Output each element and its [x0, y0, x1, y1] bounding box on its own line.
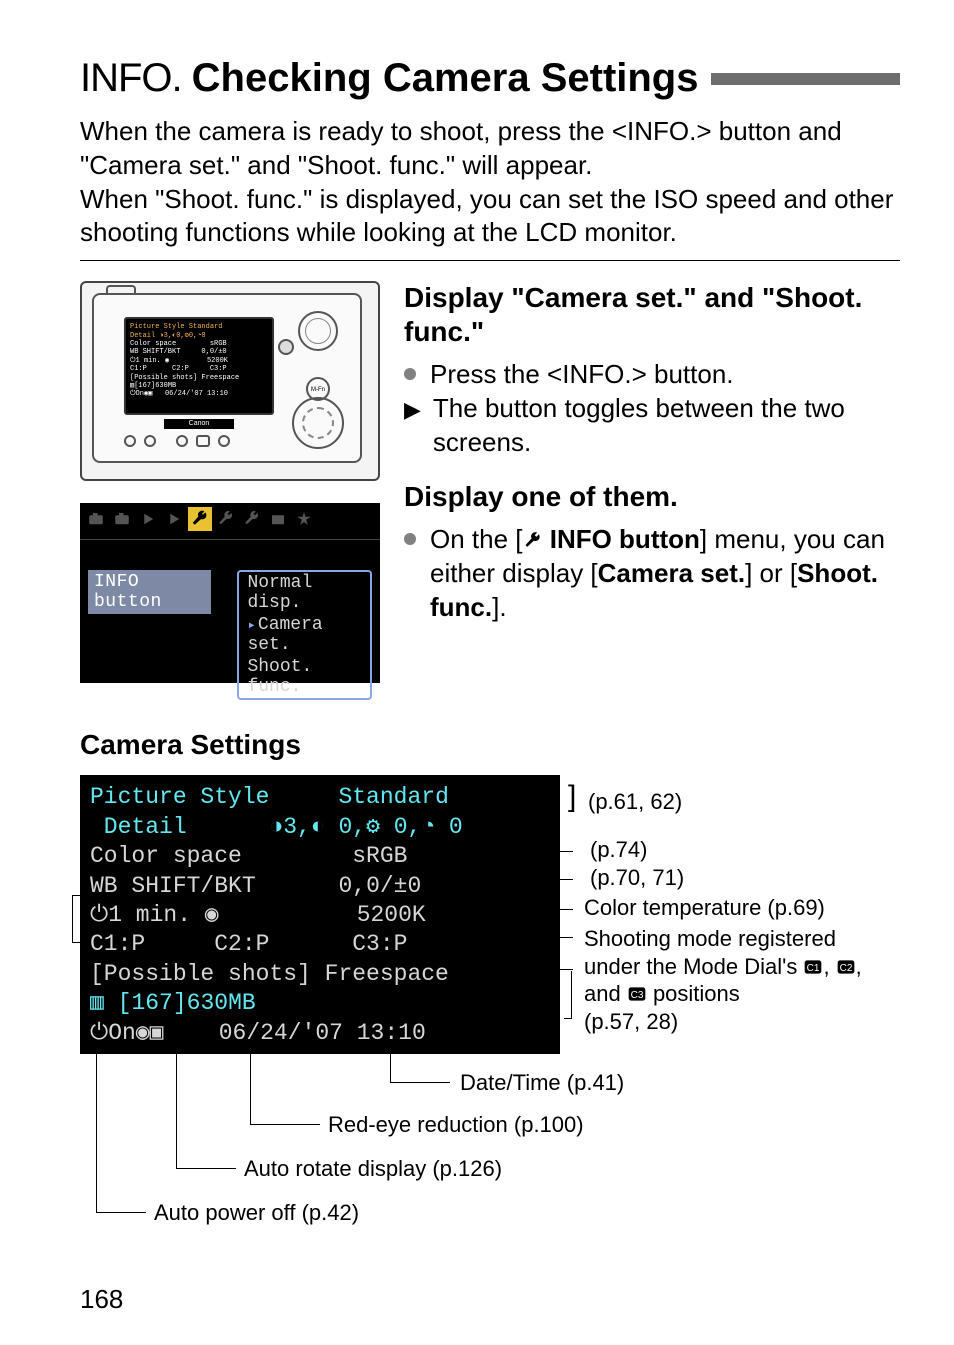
- callout: Color temperature (p.69): [584, 895, 825, 921]
- menu-tab-strip: [80, 503, 380, 535]
- brand-label: Canon: [164, 419, 234, 429]
- page-title-row: INFO. Checking Camera Settings: [80, 56, 900, 101]
- leader-line: [485, 851, 573, 852]
- annotation-datetime: Date/Time (p.41): [460, 1070, 624, 1096]
- step-bullet: On the [ INFO button] menu, you can eith…: [404, 523, 900, 624]
- lcd-field: ⏻1 min. ◉: [90, 902, 219, 928]
- brace-icon: ]: [568, 779, 576, 815]
- lcd-value: 5200K: [357, 902, 426, 928]
- leader-line: [516, 937, 573, 938]
- rear-wheel-icon: [292, 397, 344, 449]
- mode-c2-icon: C2: [836, 954, 856, 979]
- step-bullet: ▶ The button toggles between the two scr…: [404, 392, 900, 460]
- info-glyph: INFO.: [80, 56, 182, 101]
- callout: Shooting mode registered under the Mode …: [584, 925, 894, 1008]
- menu-screenshot: INFO button Normal disp. Camera set. Sho…: [80, 503, 380, 683]
- mini-lcd-line: C1:P C2:P C3:P: [130, 365, 268, 373]
- info-glyph-inline: INFO.: [627, 116, 696, 146]
- menu-item-label: INFO button: [88, 570, 211, 614]
- step-heading-2: Display one of them.: [404, 480, 900, 514]
- callout: (p.57, 28): [584, 1009, 678, 1035]
- camera-illustration: Picture Style Standard Detail ◑3,◐0,⚙0,◔…: [80, 281, 380, 481]
- svg-text:C2: C2: [839, 963, 852, 974]
- bullet-icon: [404, 368, 416, 380]
- lcd-row: [Possible shots] Freespace: [90, 960, 550, 989]
- title-bar: [711, 73, 901, 85]
- mode-dial-icon: [298, 311, 338, 351]
- tab-wrench-icon: [214, 507, 238, 531]
- lcd-row: ▥ [167]630MB: [90, 989, 550, 1018]
- lcd-value: 06/24/'07 13:10: [219, 1020, 426, 1046]
- lcd-row: C1:P C2:P C3:P: [90, 930, 550, 959]
- annotation-autorotate: Auto rotate display (p.126): [244, 1156, 502, 1182]
- intro-line3: When "Shoot. func." is displayed, you ca…: [80, 184, 893, 248]
- tab-wrench-icon: [188, 507, 212, 531]
- tab-play-icon: [162, 507, 186, 531]
- page-title: Checking Camera Settings: [192, 56, 699, 101]
- mini-lcd-line: Detail ◑3,◐0,⚙0,◔0: [130, 332, 268, 340]
- mini-lcd-line: WB SHIFT/BKT 0,0/±0: [130, 348, 268, 356]
- intro-paragraph: When the camera is ready to shoot, press…: [80, 115, 900, 250]
- annotation-redeye: Red-eye reduction (p.100): [328, 1112, 584, 1138]
- info-glyph-inline: INFO.: [562, 359, 631, 389]
- tab-play-icon: [136, 507, 160, 531]
- mode-c3-icon: C3: [627, 981, 647, 1006]
- camera-settings-lcd: Picture Style Standard Detail ◑3,◐ 0,⚙ 0…: [80, 775, 560, 1054]
- callout: (p.70, 71): [584, 865, 684, 891]
- tab-custom-icon: [266, 507, 290, 531]
- intro-line1a: When the camera is ready to shoot, press…: [80, 116, 627, 146]
- mini-lcd-line: Color space sRGB: [130, 340, 268, 348]
- tab-star-icon: [292, 507, 316, 531]
- bracket-icon: [72, 895, 80, 943]
- result-arrow-icon: ▶: [404, 396, 421, 460]
- camera-mini-lcd: Picture Style Standard Detail ◑3,◐0,⚙0,◔…: [124, 317, 274, 415]
- camera-settings-heading: Camera Settings: [80, 729, 900, 761]
- menu-option-selected: Camera set.: [239, 614, 370, 656]
- intro-line1b: > button and: [696, 116, 841, 146]
- menu-option: Shoot. func.: [239, 656, 370, 698]
- section-divider: [80, 260, 900, 261]
- lcd-field: WB SHIFT/BKT: [90, 873, 256, 899]
- lcd-field: Color space: [90, 843, 242, 869]
- svg-text:C3: C3: [630, 990, 643, 1001]
- leader-line: [496, 879, 573, 880]
- mode-c1-icon: C1: [803, 954, 823, 979]
- callout: (p.61, 62): [588, 789, 682, 815]
- menu-option: Normal disp.: [239, 572, 370, 614]
- lcd-value: 0,0/±0: [338, 873, 421, 899]
- bottom-buttons: [124, 435, 230, 447]
- lcd-field: Picture Style: [90, 784, 269, 810]
- lcd-value: ◑3,◐ 0,⚙ 0,◔ 0: [269, 814, 462, 840]
- step-heading-1: Display "Camera set." and "Shoot. func.": [404, 281, 900, 348]
- mini-lcd-line: ⏻On◉▣ 06/24/'07 13:10: [130, 390, 268, 398]
- wrench-icon: [523, 524, 543, 554]
- bottom-annotations: Date/Time (p.41) Red-eye reduction (p.10…: [80, 1058, 900, 1288]
- annotation-autopower: Auto power off (p.42): [154, 1200, 359, 1226]
- callout: (p.74): [584, 837, 647, 863]
- lcd-value: sRGB: [352, 843, 407, 869]
- lcd-value: Standard: [338, 784, 448, 810]
- tab-camera-icon: [110, 507, 134, 531]
- lcd-field: ⏻On◉▣: [90, 1020, 164, 1046]
- ring-icon: [278, 339, 294, 355]
- leader-line: [540, 909, 573, 910]
- svg-text:C1: C1: [807, 963, 820, 974]
- intro-line2: "Camera set." and "Shoot. func." will ap…: [80, 150, 592, 180]
- tab-camera-icon: [84, 507, 108, 531]
- lcd-field: Detail: [90, 814, 187, 840]
- bullet-icon: [404, 533, 416, 545]
- bracket-icon: [564, 971, 572, 1019]
- mini-lcd-line: [Possible shots] Freespace: [130, 374, 268, 382]
- page-number: 168: [80, 1284, 123, 1315]
- mini-lcd-line: ⏻1 min. ◉ 5200K: [130, 357, 268, 365]
- tab-wrench-icon: [240, 507, 264, 531]
- menu-options-box: Normal disp. Camera set. Shoot. func.: [237, 570, 372, 700]
- mini-lcd-line: Picture Style Standard: [130, 323, 268, 331]
- leader-line: [480, 969, 573, 970]
- step-bullet: Press the <INFO.> button.: [404, 358, 900, 392]
